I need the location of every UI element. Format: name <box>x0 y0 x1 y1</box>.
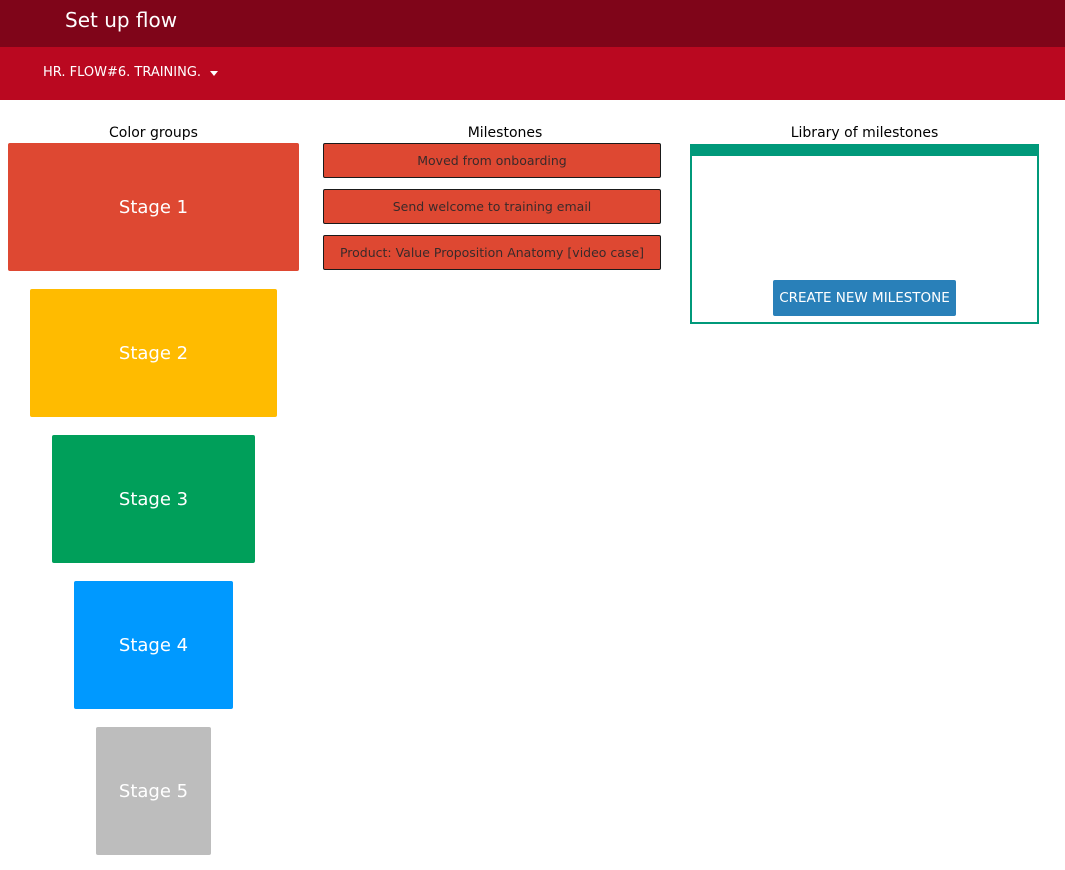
milestone-item[interactable]: Send welcome to training email <box>323 189 661 224</box>
create-new-milestone-button[interactable]: CREATE NEW MILESTONE <box>773 280 956 316</box>
flow-selector-label: HR. FLOW#6. TRAINING. <box>43 65 202 80</box>
stage-3-group[interactable]: Stage 3 <box>52 435 255 563</box>
milestones-heading: Milestones <box>467 125 543 141</box>
flow-selector-dropdown[interactable]: HR. FLOW#6. TRAINING. <box>43 64 219 82</box>
milestone-item[interactable]: Product: Value Proposition Anatomy [vide… <box>323 235 661 270</box>
library-accent-strip <box>692 146 1037 156</box>
stage-label: Stage 1 <box>118 196 189 218</box>
stage-label: Stage 2 <box>118 342 189 364</box>
milestone-item[interactable]: Moved from onboarding <box>323 143 661 178</box>
stage-2-group[interactable]: Stage 2 <box>30 289 277 417</box>
caret-down-icon <box>210 71 219 76</box>
stage-label: Stage 5 <box>118 780 189 802</box>
stage-label: Stage 3 <box>118 488 189 510</box>
milestone-library-panel: CREATE NEW MILESTONE <box>690 144 1039 324</box>
library-heading: Library of milestones <box>790 125 939 141</box>
page-title: Set up flow <box>65 8 178 32</box>
stage-4-group[interactable]: Stage 4 <box>74 581 233 709</box>
color-groups-heading: Color groups <box>109 125 198 141</box>
stage-1-group[interactable]: Stage 1 <box>8 143 299 271</box>
stage-5-group[interactable]: Stage 5 <box>96 727 211 855</box>
top-bar: Set up flow <box>0 0 1065 47</box>
stage-label: Stage 4 <box>118 634 189 656</box>
sub-bar: HR. FLOW#6. TRAINING. <box>0 47 1065 100</box>
